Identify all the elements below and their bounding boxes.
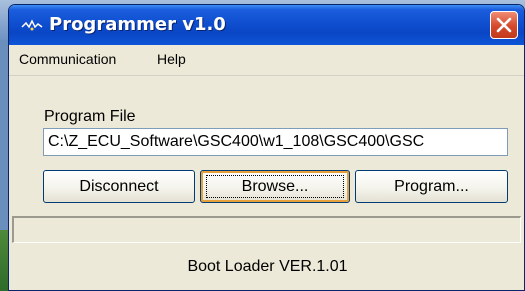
- program-file-label: Program File: [44, 108, 136, 125]
- browse-button[interactable]: Browse...: [200, 170, 350, 203]
- close-button[interactable]: [490, 11, 518, 39]
- window-title: Programmer v1.0: [49, 14, 226, 35]
- program-button[interactable]: Program...: [355, 170, 508, 203]
- progress-bar: [12, 216, 521, 243]
- close-icon: [496, 17, 512, 33]
- program-file-input[interactable]: C:\Z_ECU_Software\GSC400\w1_108\GSC400\G…: [43, 128, 508, 156]
- signal-icon: [21, 19, 43, 31]
- browse-button-label: Browse...: [241, 178, 309, 195]
- programmer-window: Programmer v1.0 Communication Help Progr…: [8, 4, 525, 291]
- menu-communication[interactable]: Communication: [19, 51, 116, 67]
- menu-bar: Communication Help: [9, 45, 524, 76]
- status-text: Boot Loader VER.1.01: [187, 258, 348, 275]
- disconnect-button[interactable]: Disconnect: [43, 170, 195, 203]
- title-bar[interactable]: Programmer v1.0: [9, 5, 524, 45]
- menu-help[interactable]: Help: [157, 51, 186, 67]
